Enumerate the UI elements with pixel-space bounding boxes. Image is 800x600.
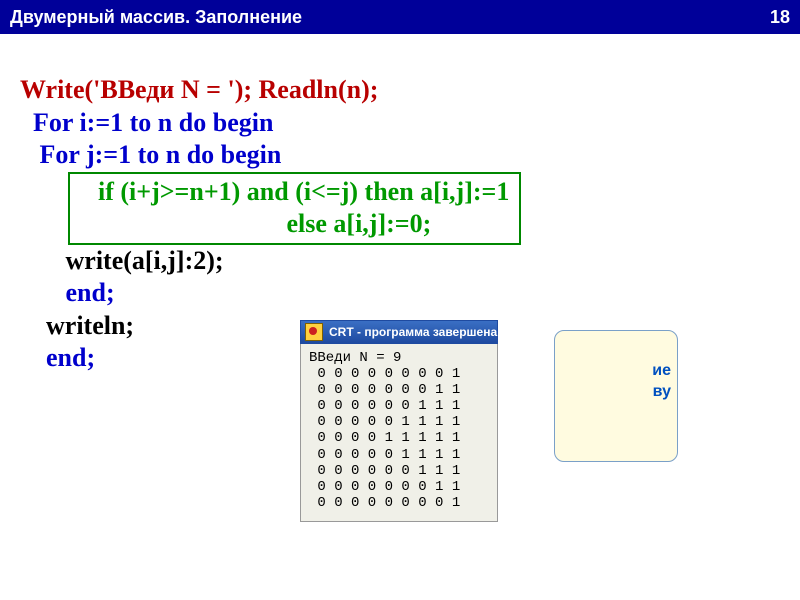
crt-row: 0 0 0 0 0 0 0 0 1 (309, 495, 460, 511)
begin-2: begin (221, 140, 282, 169)
crt-row: 0 0 0 0 0 0 0 0 1 (309, 366, 460, 382)
crt-console-window: CRT - программа завершена ВВеди N = 9 0 … (300, 320, 498, 522)
crt-row: 0 0 0 0 0 0 1 1 1 (309, 398, 460, 414)
highlighted-condition: if (i+j>=n+1) and (i<=j) then a[i,j]:=1 … (68, 172, 521, 245)
crt-title: CRT - программа завершена (329, 325, 497, 339)
code-line-2: For i:=1 to n do begin (20, 107, 780, 140)
slide-number: 18 (770, 7, 790, 28)
crt-row: 0 0 0 0 0 1 1 1 1 (309, 414, 460, 430)
for-j: For j:=1 to n do (20, 140, 221, 169)
slide-title: Двумерный массив. Заполнение (10, 7, 302, 28)
crt-row: 0 0 0 0 1 1 1 1 1 (309, 430, 460, 446)
crt-row: 0 0 0 0 0 0 0 1 1 (309, 479, 460, 495)
hint-line-2: ву (591, 382, 671, 403)
crt-row: 0 0 0 0 0 0 0 1 1 (309, 382, 460, 398)
code-line-1: Write('ВВеди N = '); Readln(n); (20, 74, 780, 107)
crt-row: 0 0 0 0 0 1 1 1 1 (309, 447, 460, 463)
crt-prompt-line: ВВеди N = 9 (309, 350, 401, 366)
slide-titlebar: Двумерный массив. Заполнение 18 (0, 0, 800, 34)
write-a: write(a[i,j]:2); (20, 245, 780, 278)
else-line: else a[i,j]:=0; (72, 208, 509, 241)
end-inner: end; (20, 277, 780, 310)
crt-app-icon (305, 323, 323, 341)
write-call: Write('ВВеди N = '); (20, 75, 259, 104)
readln-call: Readln(n); (259, 75, 379, 104)
code-line-3: For j:=1 to n do begin (20, 139, 780, 172)
if-line: if (i+j>=n+1) and (i<=j) then a[i,j]:=1 (72, 176, 509, 209)
for-i: For i:=1 to n do (20, 108, 213, 137)
begin-1: begin (213, 108, 274, 137)
crt-titlebar: CRT - программа завершена (300, 320, 498, 344)
crt-output: ВВеди N = 9 0 0 0 0 0 0 0 0 1 0 0 0 0 0 … (300, 344, 498, 522)
crt-row: 0 0 0 0 0 0 1 1 1 (309, 463, 460, 479)
